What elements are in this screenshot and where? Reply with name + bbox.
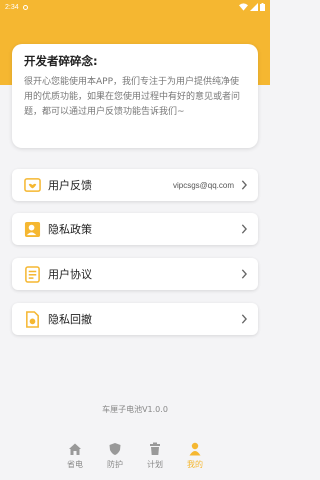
status-bar: 2:34 <box>0 0 270 14</box>
shield-icon <box>109 443 121 455</box>
menu-label: 用户反馈 <box>48 179 92 192</box>
menu-label: 用户协议 <box>48 268 92 281</box>
menu-item-privacy-revoke[interactable]: 隐私回撤 <box>12 303 258 335</box>
tab-label: 计划 <box>147 460 163 469</box>
tab-label: 我的 <box>187 460 203 469</box>
tab-mine[interactable]: 我的 <box>175 436 215 480</box>
trash-icon <box>150 442 160 455</box>
bottom-tab-bar: 省电 防护 计划 我的 <box>0 436 270 480</box>
menu-label: 隐私回撤 <box>48 313 92 326</box>
note-title: 开发者碎碎念: <box>24 54 98 68</box>
chevron-right-icon <box>241 180 247 190</box>
privacy-revoke-icon <box>26 310 39 328</box>
menu-item-privacy-policy[interactable]: 隐私政策 <box>12 213 258 245</box>
tab-label: 省电 <box>67 460 83 469</box>
wifi-icon <box>239 3 248 11</box>
privacy-policy-icon <box>24 221 41 237</box>
menu-label: 隐私政策 <box>48 223 92 236</box>
status-time: 2:34 <box>5 3 19 11</box>
tab-label: 防护 <box>107 460 123 469</box>
note-body: 很开心您能使用本APP，我们专注于为用户提供纯净使用的优质功能，如果在您使用过程… <box>24 77 241 117</box>
tab-protection[interactable]: 防护 <box>95 436 135 480</box>
feedback-email: vipcsgs@qq.com <box>172 180 234 190</box>
app-version: 车厘子电池V1.0.0 <box>102 405 168 414</box>
menu-item-user-agreement[interactable]: 用户协议 <box>12 258 258 290</box>
chevron-right-icon <box>241 269 247 279</box>
battery-icon <box>260 3 265 11</box>
signal-icon <box>250 3 258 11</box>
notification-icon <box>22 4 28 10</box>
menu-item-feedback[interactable]: 用户反馈 vipcsgs@qq.com <box>12 169 258 201</box>
feedback-icon <box>24 177 41 192</box>
chevron-right-icon <box>241 314 247 324</box>
person-icon <box>189 442 201 456</box>
developer-note-card: 开发者碎碎念: 很开心您能使用本APP，我们专注于为用户提供纯净使用的优质功能，… <box>12 44 258 148</box>
user-agreement-icon <box>25 265 40 283</box>
chevron-right-icon <box>241 224 247 234</box>
tab-plan[interactable]: 计划 <box>135 436 175 480</box>
home-icon <box>69 443 81 455</box>
tab-power-saving[interactable]: 省电 <box>55 436 95 480</box>
